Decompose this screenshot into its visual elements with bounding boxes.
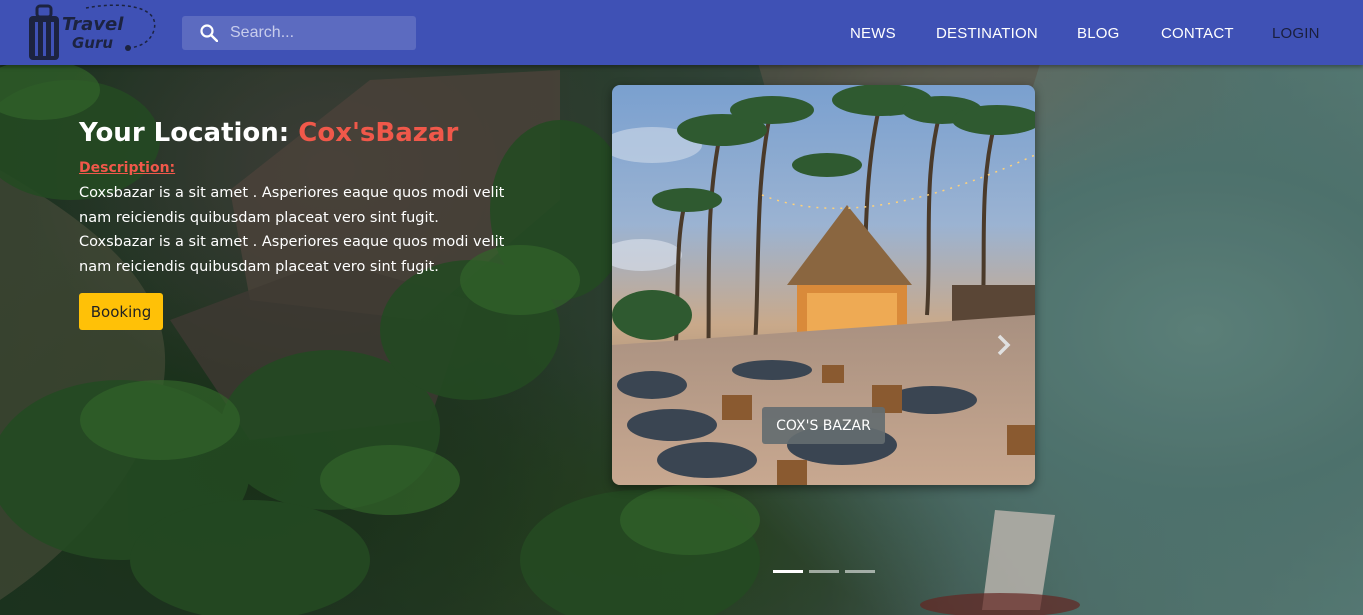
destination-card[interactable]: COX'S BAZAR (612, 85, 1035, 485)
description-text: Coxsbazar is a sit amet . Asperiores eaq… (79, 185, 505, 275)
carousel-indicator[interactable] (845, 570, 875, 573)
booking-button[interactable]: Booking (79, 293, 163, 330)
chevron-left-icon[interactable] (634, 333, 656, 357)
card-caption: COX'S BAZAR (762, 407, 885, 444)
travel-guru-logo[interactable]: Travel Guru (26, 2, 162, 62)
carousel-indicator[interactable] (809, 570, 839, 573)
logo-line-1: Travel (62, 14, 124, 35)
search-input[interactable] (230, 20, 410, 46)
logo-text: Travel Guru (62, 14, 124, 53)
nav-link-login[interactable]: LOGIN (1272, 25, 1320, 42)
nav-link-news[interactable]: NEWS (850, 25, 896, 42)
nav-link-destination[interactable]: DESTINATION (936, 25, 1038, 42)
location-name: Cox'sBazar (298, 118, 459, 148)
location-heading: Your Location: Cox'sBazar (79, 118, 458, 148)
nav-link-blog[interactable]: BLOG (1077, 25, 1119, 42)
logo-line-2: Guru (72, 34, 114, 52)
location-prefix: Your Location: (79, 118, 299, 148)
carousel-indicator[interactable] (773, 570, 803, 573)
description-label: Description: (79, 160, 176, 176)
search-icon (200, 24, 218, 42)
nav-link-contact[interactable]: CONTACT (1161, 25, 1234, 42)
navbar: Travel Guru NEWS DESTINATION BLOG CONTAC… (0, 0, 1363, 65)
chevron-right-icon[interactable] (992, 333, 1014, 357)
search-box[interactable] (182, 16, 416, 50)
